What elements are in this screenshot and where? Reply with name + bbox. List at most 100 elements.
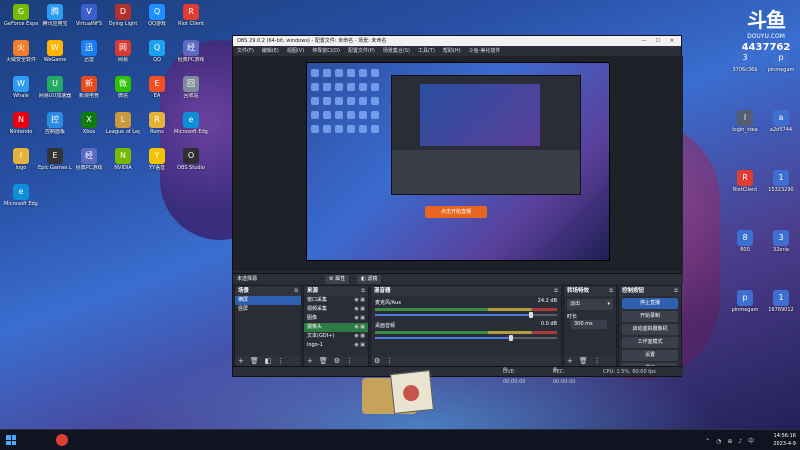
desktop-icon[interactable]: 经经典PC游戏 [174,40,208,63]
close-icon[interactable]: ✕ [665,36,679,46]
studio-mode-button[interactable]: 工作室模式 [622,337,678,348]
eye-lock-icon[interactable]: ◉ ▣ [354,314,365,323]
source-item[interactable]: 文本(GDI+) ◉ ▣ [304,332,368,341]
slider-handle[interactable] [529,312,534,318]
filter-icon[interactable]: ◧ [265,357,272,365]
duration-input[interactable]: 300 ms [571,320,607,329]
desktop-icon[interactable]: 1 15323290 [764,170,798,193]
eye-lock-icon[interactable]: ◉ ▣ [354,332,365,341]
eye-lock-icon[interactable]: ◉ ▣ [354,323,365,332]
menu-item[interactable]: 配置文件(P) [348,48,375,54]
desktop-icon[interactable]: p pinmegam [728,290,762,313]
settings-button[interactable]: 设置 [622,350,678,361]
desktop-icon[interactable]: 控控制面板 [38,112,72,135]
desktop-icon[interactable]: Q QQ [140,40,174,63]
desktop-icon[interactable]: p pinmegam [764,50,798,73]
maximize-icon[interactable]: ☐ [651,36,665,46]
menu-item[interactable]: 停靠窗口(D) [312,48,340,54]
gear-icon[interactable]: ⚙ [334,357,340,365]
popout-icon[interactable]: ⧉ [674,286,678,296]
desktop-icon[interactable]: 回回收站 [174,76,208,99]
desktop-icon[interactable]: 新新浪电竞 [72,76,106,99]
desktop-icon[interactable]: W WeGame [38,40,72,63]
desktop-icon[interactable]: E EA [140,76,174,99]
desktop-icon[interactable]: 腾腾讯应用宝 [38,4,72,27]
trash-icon[interactable]: 🗑 [250,357,259,365]
more-icon[interactable]: ⋮ [277,357,284,365]
properties-button[interactable]: ⚙ 属性 [325,275,350,284]
desktop-icon[interactable]: O OBS Studio [174,148,208,171]
menu-item[interactable]: 视图(V) [287,48,304,54]
windows-start-icon[interactable] [6,435,16,445]
source-item[interactable]: 图像 ◉ ▣ [304,314,368,323]
desktop-icon[interactable]: 微微信 [106,76,140,99]
desktop-icon[interactable]: 1 16789012 [764,290,798,313]
desktop-icon[interactable]: 3 32eria [764,230,798,253]
scene-item[interactable]: 横屏 [235,296,301,305]
menu-item[interactable]: 编辑(E) [262,48,279,54]
desktop-icon[interactable]: D Dying Light [106,4,140,27]
filters-button[interactable]: ◧ 滤镜 [357,275,382,284]
more-icon[interactable]: ⋮ [594,357,601,365]
trash-icon[interactable]: 🗑 [579,357,588,365]
desktop-icon[interactable]: X Xbox [72,112,106,135]
desktop-icon[interactable]: 3 3706c36b [728,50,762,73]
source-item[interactable]: 视频采集 ◉ ▣ [304,305,368,314]
menu-item[interactable]: 文件(F) [237,48,254,54]
minimize-icon[interactable]: — [637,36,651,46]
desktop-icon[interactable]: N Nintendo [4,112,38,135]
start-recording-button[interactable]: 开始录制 [622,311,678,322]
desktop-icon[interactable]: W Whale [4,76,38,99]
eye-lock-icon[interactable]: ◉ ▣ [354,296,365,305]
menu-item[interactable]: 工具(T) [418,48,435,54]
source-item[interactable]: logo-1 ◉ ▣ [304,341,368,350]
add-icon[interactable]: + [238,357,244,365]
desktop-icon[interactable]: 经经典PC游戏 [72,148,106,171]
desktop-icon[interactable]: Y YY语音 [140,148,174,171]
slider-handle[interactable] [509,335,514,341]
popout-icon[interactable]: ⧉ [361,286,365,296]
menu-item[interactable]: 帮助(H) [443,48,461,54]
volume-slider[interactable] [375,312,557,318]
source-item[interactable]: 窗口采集 ◉ ▣ [304,296,368,305]
desktop-icon[interactable]: LLeague of Legends [106,112,140,135]
desktop-icon[interactable]: R RiotClient [728,170,762,193]
eye-lock-icon[interactable]: ◉ ▣ [354,341,365,350]
desktop-icon[interactable]: 网网易 [106,40,140,63]
desktop-icon[interactable]: U 网易UU加速器 [38,76,72,99]
desktop-icon[interactable]: Q QQ游戏 [140,4,174,27]
desktop-icon[interactable]: GGeForce Experience [4,4,38,27]
start-live-button[interactable]: 点击开始直播 [425,206,487,218]
popout-icon[interactable]: ⧉ [609,286,613,296]
desktop-icon[interactable]: l logo [4,148,38,171]
transition-select[interactable]: 淡出 ▾ [567,299,613,310]
desktop-icon[interactable]: V VirtualNFS [72,4,106,27]
desktop-icon[interactable]: EEpic Games Launcher [38,148,72,171]
desktop-icon[interactable]: l login_stea [728,110,762,133]
desktop-icon[interactable]: e Microsoft Edge [174,112,208,135]
clock[interactable]: 14:56:16 2023-4-9 [773,432,796,448]
desktop-icon[interactable]: R Roms [140,112,174,135]
desktop-icon[interactable]: 8 800 [728,230,762,253]
system-tray-icons[interactable]: ⌃ ◔ ⊕ ♪ 中 [705,436,756,445]
desktop-icon[interactable]: N NVIDIA [106,148,140,171]
add-icon[interactable]: + [567,357,573,365]
trash-icon[interactable]: 🗑 [319,357,328,365]
obs-titlebar[interactable]: OBS 29.0.2 (64-bit, windows) - 配置文件: 未命名… [233,36,681,46]
gear-icon[interactable]: ⚙ [374,357,380,365]
menu-item[interactable]: 场景集合(S) [383,48,410,54]
desktop-icon[interactable]: R Riot Client [174,4,208,27]
more-icon[interactable]: ⋮ [386,357,393,365]
source-item[interactable]: 摄像头 ◉ ▣ [304,323,368,332]
more-icon[interactable]: ⋮ [346,357,353,365]
popout-icon[interactable]: ⧉ [294,286,298,296]
stream-preview[interactable]: 点击开始直播 [306,62,610,261]
desktop-icon[interactable]: 火火绒安全软件 [4,40,38,63]
desktop-icon[interactable]: e Microsoft Edge [4,184,38,207]
volume-slider[interactable] [375,335,557,341]
scene-item[interactable]: 竖屏 [235,305,301,314]
add-icon[interactable]: + [307,357,313,365]
popout-icon[interactable]: ⧉ [554,286,558,296]
eye-lock-icon[interactable]: ◉ ▣ [354,305,365,314]
desktop-icon[interactable]: 迅迅雷 [72,40,106,63]
